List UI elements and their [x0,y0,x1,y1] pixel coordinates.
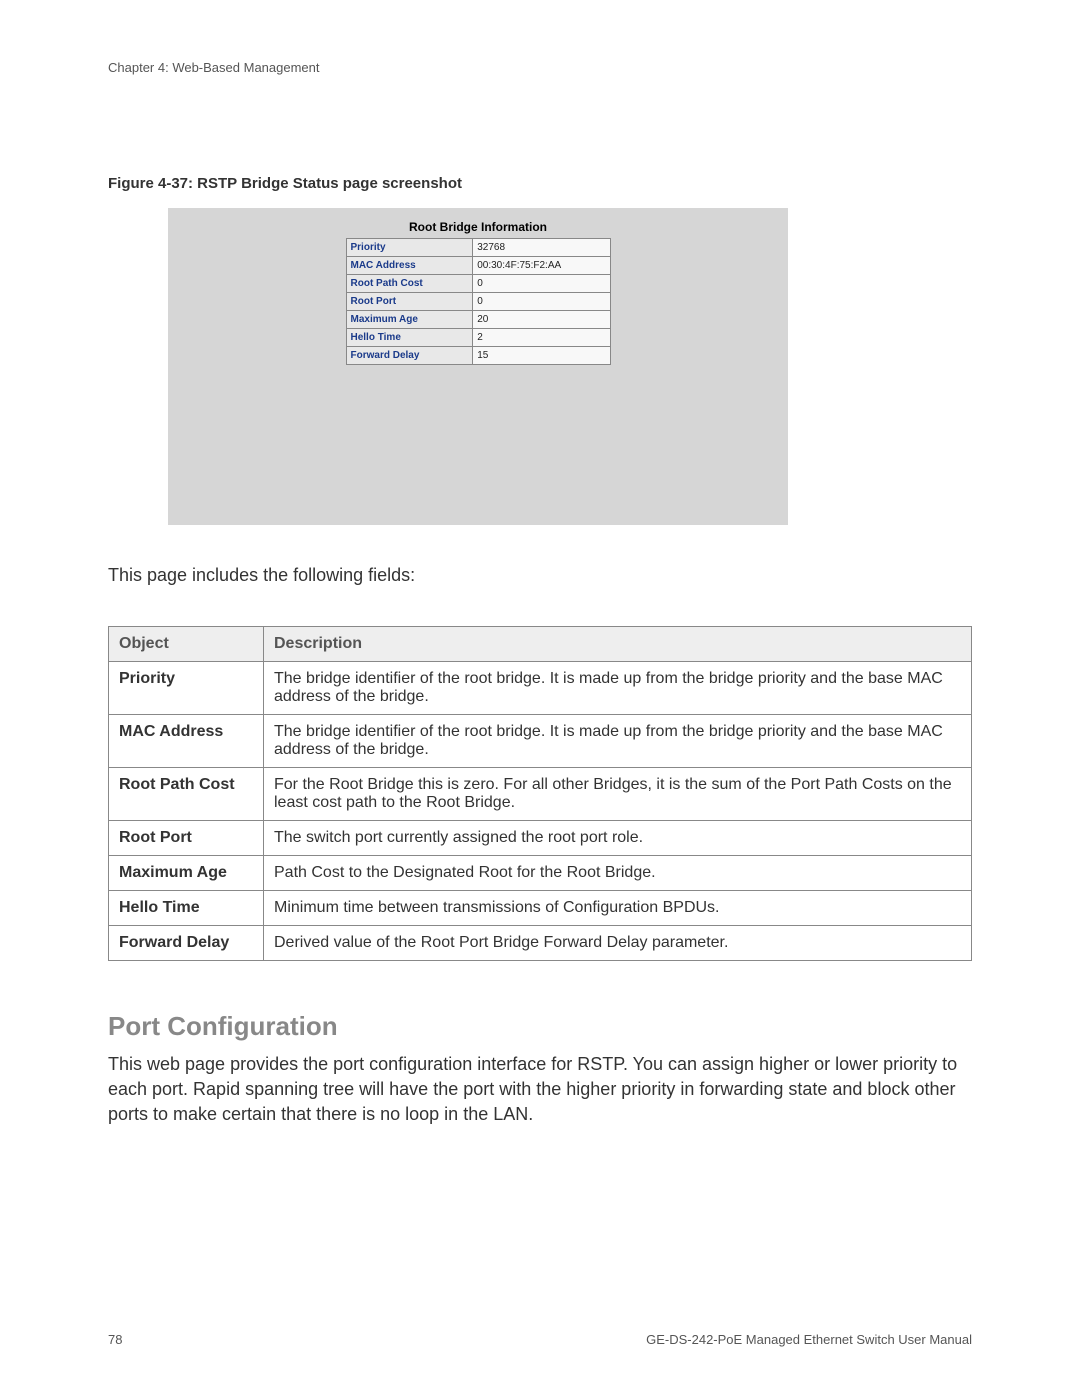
object-cell: Maximum Age [109,856,264,891]
row-label: Root Port [346,293,473,311]
row-value: 20 [473,311,610,329]
table-row: PriorityThe bridge identifier of the roo… [109,662,972,715]
fields-description-table: Object Description PriorityThe bridge id… [108,626,972,961]
row-value: 0 [473,293,610,311]
row-value: 15 [473,347,610,365]
chapter-header: Chapter 4: Web-Based Management [108,60,972,75]
table-row: Maximum AgePath Cost to the Designated R… [109,856,972,891]
object-cell: Priority [109,662,264,715]
table-row: Hello TimeMinimum time between transmiss… [109,891,972,926]
object-cell: MAC Address [109,715,264,768]
table-row: Root PortThe switch port currently assig… [109,821,972,856]
description-cell: For the Root Bridge this is zero. For al… [264,768,972,821]
row-label: Maximum Age [346,311,473,329]
table-row: Root Path Cost0 [346,275,610,293]
object-cell: Root Path Cost [109,768,264,821]
column-header-description: Description [264,627,972,662]
row-label: MAC Address [346,257,473,275]
row-value: 32768 [473,239,610,257]
column-header-object: Object [109,627,264,662]
description-cell: Minimum time between transmissions of Co… [264,891,972,926]
description-cell: Path Cost to the Designated Root for the… [264,856,972,891]
table-row: Root Path CostFor the Root Bridge this i… [109,768,972,821]
page-footer: 78 GE-DS-242-PoE Managed Ethernet Switch… [108,1332,972,1347]
screenshot-box: Root Bridge Information Priority32768 MA… [168,208,788,525]
row-label: Hello Time [346,329,473,347]
table-row: Maximum Age20 [346,311,610,329]
manual-title: GE-DS-242-PoE Managed Ethernet Switch Us… [646,1332,972,1347]
table-row: MAC AddressThe bridge identifier of the … [109,715,972,768]
table-row: MAC Address00:30:4F:75:F2:AA [346,257,610,275]
table-row: Hello Time2 [346,329,610,347]
object-cell: Forward Delay [109,926,264,961]
table-row: Root Port0 [346,293,610,311]
description-cell: Derived value of the Root Port Bridge Fo… [264,926,972,961]
root-bridge-info-table: Priority32768 MAC Address00:30:4F:75:F2:… [346,238,611,365]
screenshot-title: Root Bridge Information [168,220,788,234]
description-cell: The bridge identifier of the root bridge… [264,715,972,768]
description-cell: The switch port currently assigned the r… [264,821,972,856]
intro-text: This page includes the following fields: [108,565,972,586]
section-heading: Port Configuration [108,1011,972,1042]
row-value: 00:30:4F:75:F2:AA [473,257,610,275]
row-value: 0 [473,275,610,293]
section-body: This web page provides the port configur… [108,1052,972,1128]
object-cell: Root Port [109,821,264,856]
table-row: Forward Delay15 [346,347,610,365]
object-cell: Hello Time [109,891,264,926]
row-value: 2 [473,329,610,347]
figure-caption: Figure 4-37: RSTP Bridge Status page scr… [108,175,972,192]
table-row: Priority32768 [346,239,610,257]
row-label: Forward Delay [346,347,473,365]
row-label: Root Path Cost [346,275,473,293]
row-label: Priority [346,239,473,257]
table-row: Forward DelayDerived value of the Root P… [109,926,972,961]
page-number: 78 [108,1332,122,1347]
description-cell: The bridge identifier of the root bridge… [264,662,972,715]
